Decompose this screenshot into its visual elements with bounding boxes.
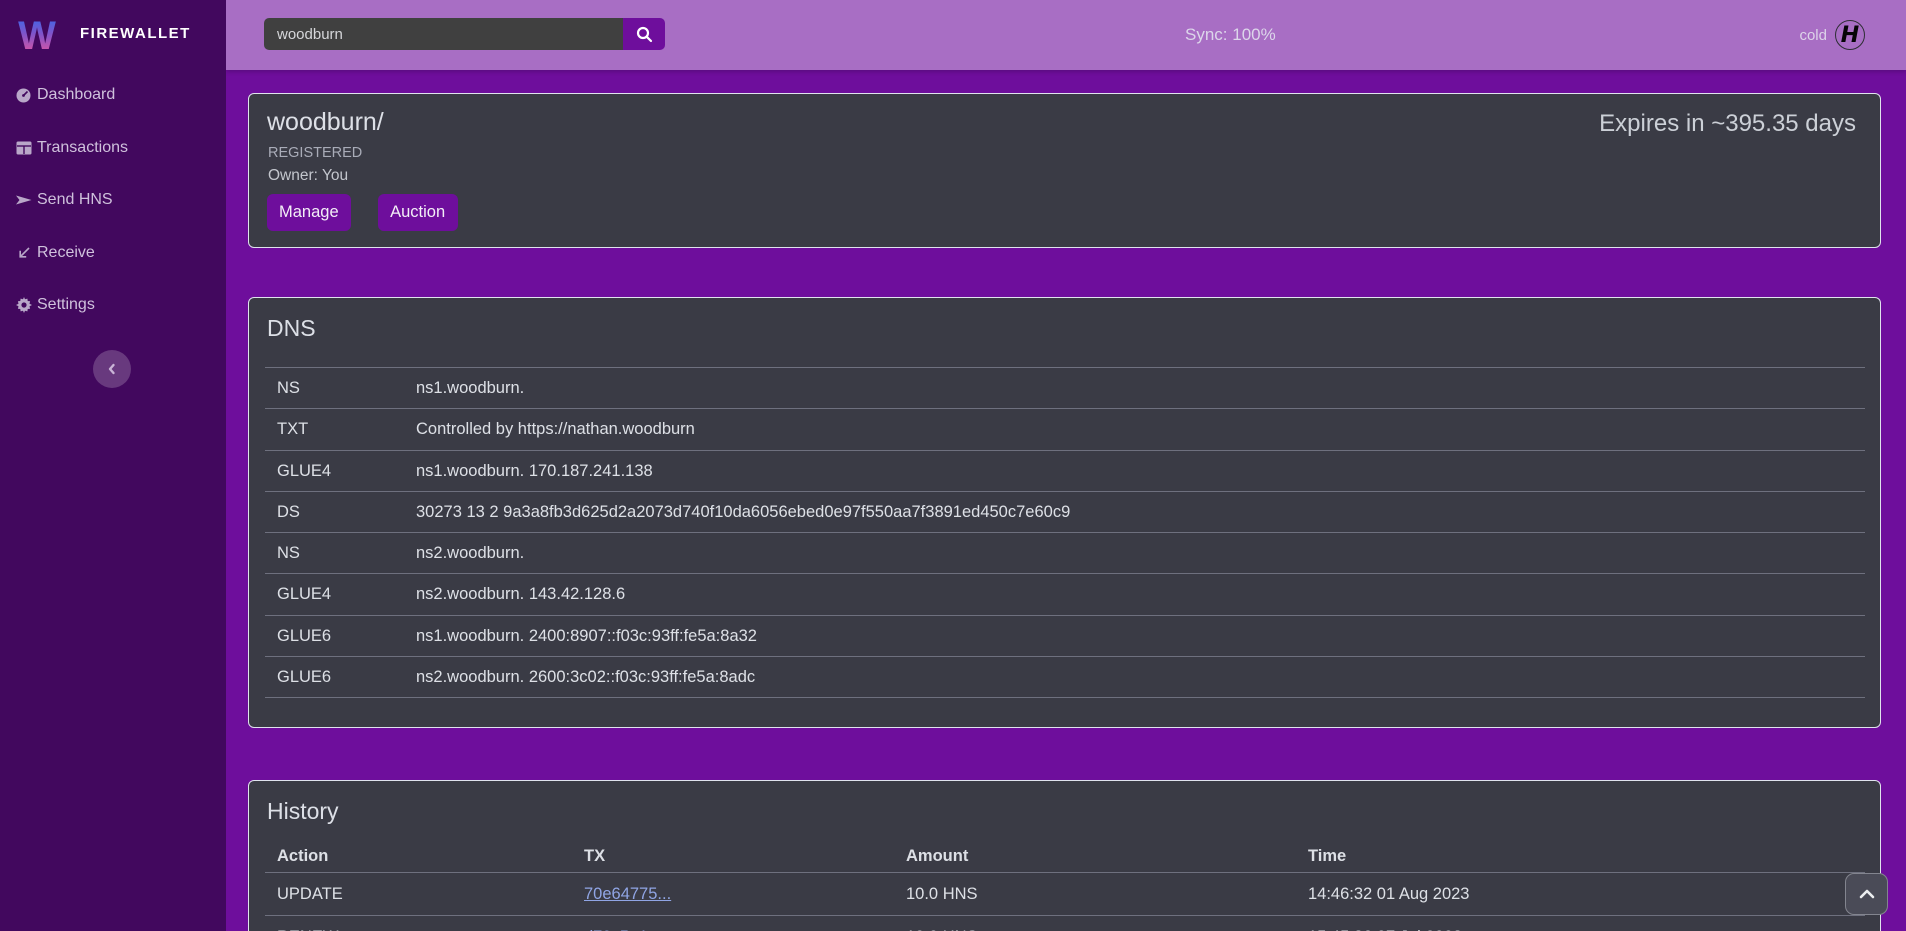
dns-record-value: ns2.woodburn. 2600:3c02::f03c:93ff:fe5a:…: [404, 657, 1865, 698]
dns-record-value: ns1.woodburn. 2400:8907::f03c:93ff:fe5a:…: [404, 615, 1865, 656]
dns-record-type: DS: [265, 491, 404, 532]
sidebar: W FIREWALLET Dashboard Transactions Send…: [0, 0, 226, 931]
sidebar-item-transactions[interactable]: Transactions: [0, 122, 226, 175]
dns-record-value: ns1.woodburn. 170.187.241.138: [404, 450, 1865, 491]
sidebar-nav: Dashboard Transactions Send HNS Receive …: [0, 69, 226, 332]
expires-label: Expires in ~395.35 days: [1599, 110, 1856, 138]
dns-record-type: GLUE4: [265, 574, 404, 615]
dns-row-3: DS30273 13 2 9a3a8fb3d625d2a2073d740f10d…: [265, 491, 1865, 532]
svg-text:W: W: [18, 16, 56, 50]
sidebar-item-label: Send HNS: [37, 191, 113, 209]
brand-name: FIREWALLET: [80, 25, 191, 42]
sidebar-item-label: Settings: [37, 296, 95, 314]
dns-row-5: GLUE4ns2.woodburn. 143.42.128.6: [265, 574, 1865, 615]
search-bar: [264, 18, 665, 50]
dns-record-type: NS: [265, 533, 404, 574]
search-icon: [636, 26, 653, 43]
history-cell-amount: 10.0 HNS: [894, 873, 1296, 916]
sidebar-item-receive[interactable]: Receive: [0, 227, 226, 280]
history-col-amount: Amount: [894, 840, 1296, 873]
dns-record-type: NS: [265, 368, 404, 409]
receive-arrow-icon: [15, 244, 32, 261]
history-cell-tx: 70e64775...: [572, 873, 894, 916]
history-cell-time: 14:46:32 01 Aug 2023: [1296, 873, 1865, 916]
chevron-left-icon: [105, 362, 119, 376]
dns-card-title: DNS: [267, 313, 316, 343]
history-cell-amount: 10.0 HNS: [894, 916, 1296, 931]
transactions-table-icon: [15, 139, 32, 156]
tx-link[interactable]: 70e64775...: [584, 885, 671, 903]
wallet-indicator[interactable]: cold H: [1799, 0, 1865, 70]
sidebar-item-label: Receive: [37, 244, 95, 262]
dns-record-type: GLUE6: [265, 615, 404, 656]
dns-record-value: 30273 13 2 9a3a8fb3d625d2a2073d740f10da6…: [404, 491, 1865, 532]
dns-record-type: TXT: [265, 409, 404, 450]
dns-record-type: GLUE6: [265, 657, 404, 698]
history-card: History Action TX Amount Time UPDATE 70e6…: [248, 780, 1881, 931]
history-row-0: UPDATE 70e64775... 10.0 HNS14:46:32 01 Aug…: [265, 873, 1865, 916]
manage-button[interactable]: Manage: [267, 194, 351, 231]
sidebar-item-label: Transactions: [37, 139, 128, 157]
history-table: Action TX Amount Time UPDATE 70e64775... 1…: [265, 840, 1865, 931]
registration-status: REGISTERED: [268, 146, 362, 161]
history-cell-time: 15:45:36 07 Jul 2023: [1296, 916, 1865, 931]
chevron-up-icon: [1859, 889, 1875, 899]
dns-record-value: ns1.woodburn.: [404, 368, 1865, 409]
dns-record-value: Controlled by https://nathan.woodburn: [404, 409, 1865, 450]
search-button[interactable]: [623, 18, 665, 50]
handshake-logo-icon: H: [1835, 20, 1865, 50]
sidebar-collapse-button[interactable]: [93, 350, 131, 388]
name-summary-card: woodburn/ REGISTERED Owner: You Manage A…: [248, 93, 1881, 248]
dns-row-1: TXTControlled by https://nathan.woodburn: [265, 409, 1865, 450]
sync-status: Sync: 100%: [1185, 0, 1276, 70]
topbar: Sync: 100% cold H: [226, 0, 1906, 70]
dns-row-7: GLUE6ns2.woodburn. 2600:3c02::f03c:93ff:…: [265, 657, 1865, 698]
search-input[interactable]: [264, 18, 623, 50]
firewallet-logo-icon: W: [18, 16, 56, 50]
sidebar-item-settings[interactable]: Settings: [0, 279, 226, 332]
history-cell-action: RENEW: [265, 916, 572, 931]
dns-row-4: NSns2.woodburn.: [265, 533, 1865, 574]
auction-button[interactable]: Auction: [378, 194, 458, 231]
send-icon: [15, 192, 32, 209]
sidebar-item-send-hns[interactable]: Send HNS: [0, 174, 226, 227]
settings-gear-icon: [15, 297, 32, 314]
sidebar-item-label: Dashboard: [37, 86, 115, 104]
brand[interactable]: W FIREWALLET: [18, 16, 191, 50]
dns-row-6: GLUE6ns1.woodburn. 2400:8907::f03c:93ff:…: [265, 615, 1865, 656]
dns-card: DNS NSns1.woodburn.TXTControlled by http…: [248, 297, 1881, 728]
dns-record-value: ns2.woodburn.: [404, 533, 1865, 574]
dns-table: NSns1.woodburn.TXTControlled by https://…: [265, 367, 1865, 698]
owner-label: Owner: You: [268, 168, 348, 184]
history-col-time: Time: [1296, 840, 1865, 873]
history-col-tx: TX: [572, 840, 894, 873]
dashboard-gauge-icon: [15, 87, 32, 104]
dns-row-0: NSns1.woodburn.: [265, 368, 1865, 409]
sidebar-item-dashboard[interactable]: Dashboard: [0, 69, 226, 122]
dns-record-type: GLUE4: [265, 450, 404, 491]
domain-name-title: woodburn/: [267, 106, 384, 138]
dns-row-2: GLUE4ns1.woodburn. 170.187.241.138: [265, 450, 1865, 491]
dns-record-value: ns2.woodburn. 143.42.128.6: [404, 574, 1865, 615]
scroll-to-top-button[interactable]: [1845, 873, 1888, 915]
wallet-name: cold: [1799, 27, 1827, 44]
history-row-1: RENEWd79c5c4...10.0 HNS15:45:36 07 Jul 2…: [265, 916, 1865, 931]
history-cell-action: UPDATE: [265, 873, 572, 916]
history-card-title: History: [267, 796, 339, 826]
history-cell-tx: d79c5c4...: [572, 916, 894, 931]
history-col-action: Action: [265, 840, 572, 873]
